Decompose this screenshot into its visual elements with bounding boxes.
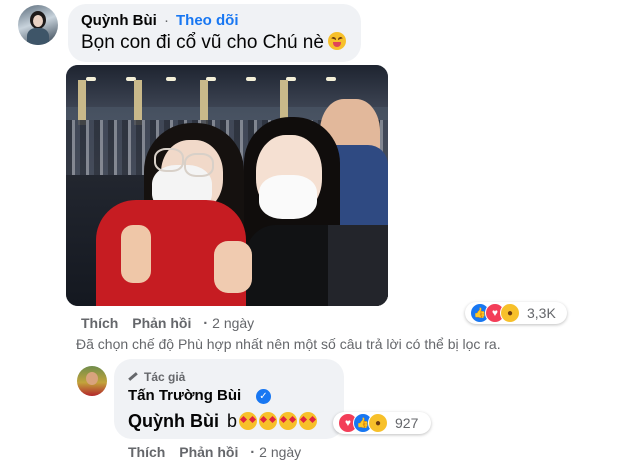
comment-time[interactable]: 2 ngày <box>212 315 254 331</box>
reaction-summary[interactable]: ♥ 👍 ● 927 <box>333 412 431 434</box>
avatar-face <box>86 372 98 385</box>
peace-sign-hand <box>214 241 252 293</box>
comment-text-content: Bọn con đi cổ vũ cho Chú nè <box>81 32 324 53</box>
separator-dot: · <box>250 444 256 461</box>
pen-icon <box>128 372 138 381</box>
comment-text: Bọn con đi cổ vũ cho Chú nè <box>81 32 346 54</box>
reply-time[interactable]: 2 ngày <box>259 444 301 460</box>
separator-dot: · <box>164 12 169 29</box>
author-badge-label: Tác giả <box>144 370 186 384</box>
commenter-avatar[interactable] <box>18 5 58 45</box>
smiling-face-with-hearts-icon <box>299 412 318 430</box>
like-action[interactable]: Thích <box>128 444 165 460</box>
reply-action[interactable]: Phản hồi <box>179 444 238 460</box>
reply-text: b <box>227 411 318 432</box>
stadium-light <box>246 77 256 81</box>
smiling-face-with-hearts-icon <box>259 412 278 430</box>
reply-author-name[interactable]: Tấn Trường Bùi <box>128 387 241 404</box>
smiling-face-with-hearts-icon <box>239 412 258 430</box>
comment-photo[interactable] <box>66 65 388 306</box>
stadium-pillar <box>78 80 86 125</box>
haha-icon: ● <box>368 413 388 433</box>
smiling-face-with-hearts-icon <box>279 412 298 430</box>
like-action[interactable]: Thích <box>81 315 118 331</box>
author-badge: Tác giả <box>128 370 185 384</box>
reaction-summary[interactable]: 👍 ♥ ● 3,3K <box>465 302 567 324</box>
girl-left-glasses <box>184 153 214 177</box>
reply-actions: Thích Phản hồi · 2 ngày <box>128 444 301 461</box>
girl-right-mask <box>259 175 317 219</box>
reaction-count: 3,3K <box>527 305 556 321</box>
mention-link[interactable]: Quỳnh Bùi <box>128 411 219 432</box>
stadium-light <box>326 77 336 81</box>
squinting-tongue-emoji-icon <box>327 32 346 50</box>
stadium-light <box>86 77 96 81</box>
peace-sign-hand <box>121 225 151 283</box>
author-avatar[interactable] <box>77 366 107 396</box>
reply-action[interactable]: Phản hồi <box>132 315 191 331</box>
girl-left-glasses <box>154 148 184 172</box>
girl-right-cardigan <box>328 225 388 306</box>
stadium-light <box>166 77 176 81</box>
verified-badge-icon: ✓ <box>256 389 271 404</box>
reaction-count: 927 <box>395 415 419 431</box>
comment-actions: Thích Phản hồi · 2 ngày <box>81 315 254 332</box>
avatar-body <box>27 28 49 45</box>
avatar-face <box>33 15 43 27</box>
separator-dot: · <box>203 315 209 332</box>
commenter-name[interactable]: Quỳnh Bùi <box>81 12 157 29</box>
stadium-pillar <box>134 80 142 125</box>
haha-icon: ● <box>500 303 520 323</box>
filter-note: Đã chọn chế độ Phù hợp nhất nên một số c… <box>76 336 501 352</box>
follow-link[interactable]: Theo dõi <box>176 12 239 29</box>
reply-text-content: b <box>227 411 238 431</box>
stadium-pillar <box>200 80 208 125</box>
